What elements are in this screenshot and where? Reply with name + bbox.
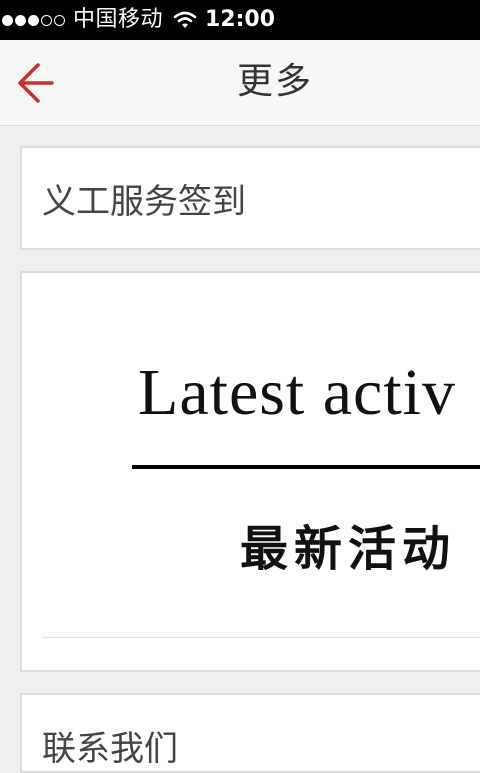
volunteer-signin-label: 义工服务签到 (42, 182, 246, 222)
latest-activities-banner[interactable]: Latest activ 最新活动 (20, 271, 480, 672)
banner-title-en: Latest activ (138, 356, 457, 429)
page-title: 更多 (236, 61, 313, 102)
contact-us-label: 联系我们 (42, 729, 178, 769)
volunteer-signin-item[interactable]: 义工服务签到 (20, 146, 480, 250)
card-divider (42, 637, 480, 638)
contact-us-item[interactable]: 联系我们 (20, 693, 480, 773)
banner-title-zh: 最新活动 (240, 521, 457, 577)
navigation-bar: 更多 (0, 40, 480, 126)
status-time: 12:00 (204, 7, 276, 32)
banner-divider (132, 465, 480, 469)
status-bar: 中国移动 12:00 (0, 0, 480, 40)
